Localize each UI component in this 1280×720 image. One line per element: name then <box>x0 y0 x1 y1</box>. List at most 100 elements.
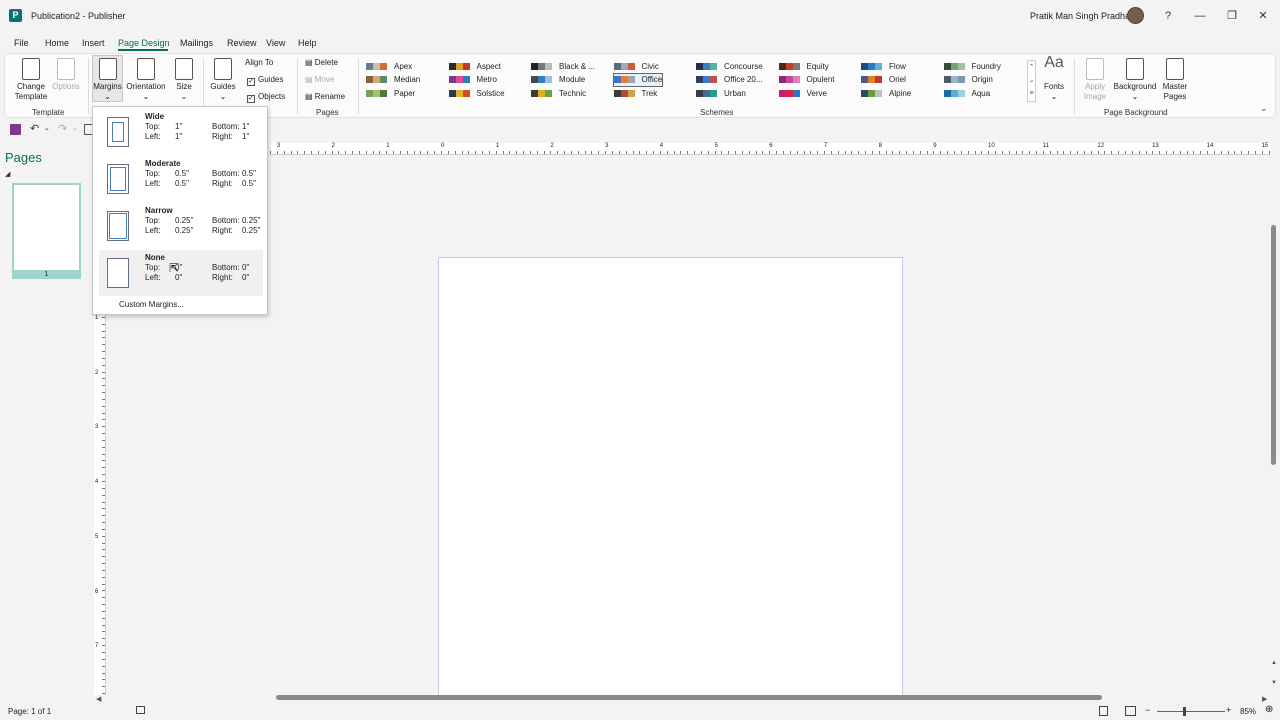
scroll-left-arrow-icon[interactable]: ◀ <box>96 695 101 703</box>
scheme-item[interactable]: Office <box>612 72 664 87</box>
tab-view[interactable]: View <box>266 38 285 48</box>
schemes-gallery[interactable]: Apex Median Paper Aspect Metro Solstice Black … <box>366 60 1026 102</box>
publication-page[interactable] <box>438 257 903 697</box>
scheme-item[interactable]: Black & ... <box>531 60 595 72</box>
scroll-right-arrow-icon[interactable]: ▶ <box>1262 695 1267 703</box>
scroll-down-arrow-icon[interactable]: ▼ <box>1271 680 1277 686</box>
page-info[interactable]: Page: 1 of 1 <box>8 707 51 716</box>
apply-image-button[interactable]: Apply Image <box>1078 58 1112 102</box>
align-objects-checkbox[interactable]: ✓ Objects <box>247 92 285 103</box>
user-name[interactable]: Pratik Man Singh Pradhan <box>1030 11 1135 21</box>
scheme-item[interactable]: Concourse <box>696 60 763 72</box>
rename-page-button[interactable]: ▤ Rename <box>305 92 345 101</box>
tab-page-design[interactable]: Page Design <box>118 38 170 48</box>
scheme-item[interactable]: Trek <box>613 87 657 99</box>
user-avatar[interactable] <box>1127 7 1144 24</box>
save-icon[interactable] <box>10 124 21 135</box>
scheme-item[interactable]: Origin <box>943 74 993 86</box>
tab-review[interactable]: Review <box>227 38 257 48</box>
guides-button[interactable]: Guides ⌄ <box>208 58 238 102</box>
margin-option-moderate[interactable]: Moderate Top: 0.5" Left: 0.5" Bottom: 0.… <box>99 156 263 202</box>
scheme-item[interactable]: Foundry <box>943 60 1001 72</box>
ruler-tick <box>488 151 490 154</box>
change-template-button[interactable]: Change Template <box>12 58 50 102</box>
options-button[interactable]: Options <box>50 58 82 92</box>
ruler-label: 1 <box>95 315 99 321</box>
fonts-button[interactable]: Aa Fonts ⌄ <box>1040 55 1068 102</box>
custom-margins-menu-item[interactable]: Custom Margins... <box>119 300 184 309</box>
color-swatch <box>531 76 538 83</box>
margin-option-wide[interactable]: Wide Top: 1" Left: 1" Bottom: 1" Right: … <box>99 109 263 155</box>
vertical-scrollbar[interactable] <box>1271 225 1276 465</box>
ruler-tick <box>933 151 935 154</box>
scheme-item[interactable]: Aspect <box>448 60 501 72</box>
undo-dropdown-chevron-icon[interactable]: ⌄ <box>44 124 50 132</box>
tab-mailings[interactable]: Mailings <box>180 38 213 48</box>
collapse-triangle-icon[interactable]: ◢ <box>5 170 10 178</box>
schemes-scroll[interactable]: ⌃ ⌄ ≡ <box>1027 60 1036 102</box>
master-pages-button[interactable]: Master Pages <box>1158 58 1192 102</box>
restore-button[interactable]: ❐ <box>1219 6 1245 26</box>
move-page-button[interactable]: ▤ Move <box>305 75 334 84</box>
margins-button[interactable]: Margins ⌄ <box>92 58 123 102</box>
ruler-label: 8 <box>878 143 882 149</box>
ruler-tick <box>1179 151 1181 154</box>
background-button[interactable]: Background ⌄ <box>1112 58 1158 102</box>
scheme-item[interactable]: Oriel <box>861 74 906 86</box>
ruler-tick <box>523 151 525 154</box>
zoom-level[interactable]: 85% <box>1240 707 1256 716</box>
color-swatch <box>531 62 538 70</box>
help-button[interactable]: ? <box>1155 6 1181 26</box>
collapse-ribbon-chevron-icon[interactable]: ⌄ <box>1260 103 1268 114</box>
scheme-item[interactable]: Equity <box>778 60 829 72</box>
zoom-out-icon[interactable]: − <box>1145 705 1150 715</box>
margin-option-narrow[interactable]: Narrow Top: 0.25" Left: 0.25" Bottom: 0.… <box>99 203 263 249</box>
fit-page-icon[interactable]: ⊕ <box>1265 704 1273 715</box>
delete-page-button[interactable]: ▤ Delete <box>305 58 338 67</box>
scheme-item[interactable]: Paper <box>366 87 415 99</box>
undo-icon[interactable]: ↶ <box>30 122 39 135</box>
close-button[interactable]: ✕ <box>1250 6 1276 26</box>
ruler-tick <box>102 467 105 469</box>
minimize-button[interactable]: — <box>1187 6 1213 26</box>
scheme-item[interactable]: Urban <box>696 87 746 99</box>
tab-home[interactable]: Home <box>45 38 69 48</box>
tab-file[interactable]: File <box>14 38 29 48</box>
scroll-up-arrow-icon[interactable]: ▲ <box>1271 660 1277 666</box>
scheme-item[interactable]: Alpine <box>861 87 911 99</box>
scheme-item[interactable]: Module <box>531 74 585 86</box>
scheme-item[interactable]: Verve <box>778 87 827 99</box>
margin-option-none[interactable]: None Top: 0" Left: 0" Bottom: 0" Right: … <box>99 250 263 296</box>
two-page-view-icon[interactable] <box>1125 706 1136 716</box>
orientation-button[interactable]: Orientation ⌄ <box>125 58 167 102</box>
page-thumbnail[interactable] <box>12 183 81 278</box>
tab-help[interactable]: Help <box>298 38 317 48</box>
scheme-item[interactable]: Aqua <box>943 87 990 99</box>
redo-icon[interactable]: ↷ <box>58 122 67 135</box>
color-swatch <box>943 62 951 70</box>
ruler-tick <box>639 151 641 154</box>
scheme-item[interactable]: Metro <box>448 74 497 86</box>
scheme-item[interactable]: Flow <box>861 60 906 72</box>
size-button[interactable]: Size ⌄ <box>170 58 198 102</box>
scheme-item[interactable]: Opulent <box>778 74 835 86</box>
align-guides-checkbox[interactable]: ✓ Guides <box>247 75 283 86</box>
single-page-view-icon[interactable] <box>1099 706 1108 716</box>
scheme-item[interactable]: Median <box>366 74 420 86</box>
scheme-item[interactable]: Apex <box>366 60 412 72</box>
scheme-item[interactable]: Civic <box>613 60 659 72</box>
zoom-slider[interactable] <box>1157 711 1225 712</box>
scheme-swatches <box>531 89 552 97</box>
horizontal-scrollbar[interactable] <box>276 695 1102 700</box>
ruler-tick <box>102 556 105 558</box>
scheme-item[interactable]: Solstice <box>448 87 505 99</box>
tab-insert[interactable]: Insert <box>82 38 105 48</box>
redo-dropdown-chevron-icon[interactable]: ⌄ <box>72 124 78 132</box>
scheme-item[interactable]: Office 20... <box>696 74 763 86</box>
zoom-slider-thumb[interactable] <box>1183 707 1186 716</box>
horizontal-ruler[interactable]: 3 2 1 0 1 2 3 4 5 6 7 8 9 10 11 12 13 14 15 <box>270 143 1270 155</box>
zoom-in-icon[interactable]: + <box>1226 705 1231 715</box>
ruler-tick <box>461 151 463 154</box>
scheme-item[interactable]: Technic <box>531 87 586 99</box>
scheme-swatches <box>613 62 635 70</box>
